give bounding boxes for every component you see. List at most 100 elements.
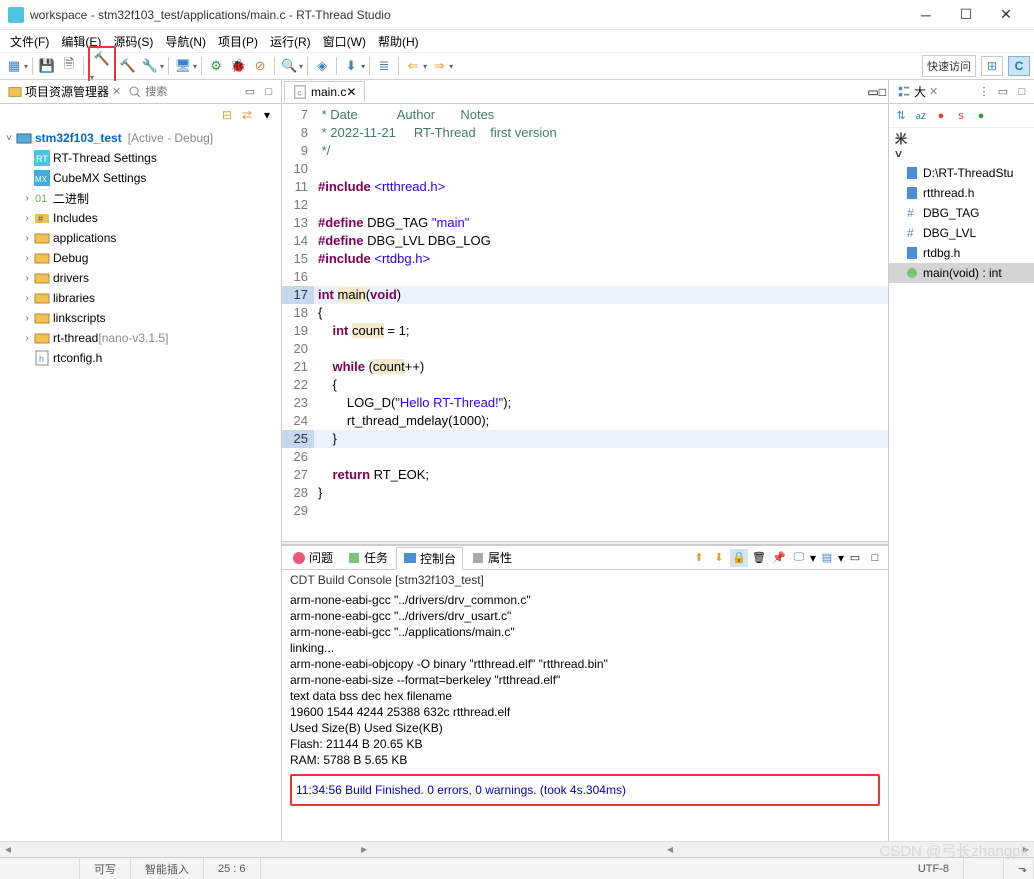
download-button[interactable]: ⬇	[341, 56, 361, 76]
project-explorer-tab[interactable]: 项目资源管理器 ✕	[4, 81, 125, 102]
line-number[interactable]: 19	[282, 322, 314, 340]
target-button[interactable]: 🖥	[173, 56, 193, 76]
quick-access[interactable]: 快速访问	[922, 55, 976, 77]
console-up-button[interactable]: ⬆	[690, 549, 708, 567]
problems-tab[interactable]: 问题	[286, 547, 339, 568]
outline-minimize-button[interactable]: ▭	[995, 84, 1011, 100]
menu-file[interactable]: 文件(F)	[4, 31, 55, 52]
save-all-button[interactable]: 🗎	[59, 56, 79, 76]
build-config-button[interactable]: 🔧	[140, 56, 160, 76]
layers-button[interactable]: ≣	[374, 56, 394, 76]
code-line[interactable]: * Date Author Notes	[314, 106, 888, 124]
search-button[interactable]: 🔍	[279, 56, 299, 76]
console-pin-button[interactable]: 📌	[770, 549, 788, 567]
console-open-button[interactable]: ▤	[818, 549, 836, 567]
line-number[interactable]: 28	[282, 484, 314, 502]
console-display-button[interactable]: 🖵	[790, 549, 808, 567]
line-number[interactable]: 18	[282, 304, 314, 322]
tree-item[interactable]: ›linkscripts	[0, 308, 281, 328]
close-icon[interactable]: ✕	[929, 85, 938, 98]
code-area[interactable]: * Date Author Notes * 2022-11-21 RT-Thre…	[314, 104, 888, 541]
tree-item[interactable]: hrtconfig.h	[0, 348, 281, 368]
maximize-view-button[interactable]: □	[261, 84, 277, 100]
outline-item[interactable]: #DBG_TAG	[889, 203, 1034, 223]
tree-item[interactable]: RTRT-Thread Settings	[0, 148, 281, 168]
line-number[interactable]: 9	[282, 142, 314, 160]
run-button[interactable]: ⚙	[206, 56, 226, 76]
code-line[interactable]	[314, 196, 888, 214]
project-tree[interactable]: ˅ stm32f103_test [Active - Debug] RTRT-T…	[0, 126, 281, 841]
pkg-button[interactable]: ◈	[312, 56, 332, 76]
menu-run[interactable]: 运行(R)	[264, 31, 317, 52]
open-perspective-button[interactable]: ⊞	[981, 56, 1003, 76]
search-input[interactable]	[145, 86, 205, 98]
outline-item[interactable]: rtdbg.h	[889, 243, 1034, 263]
outline-sort-button[interactable]: ⇅	[893, 108, 909, 124]
editor-maximize-button[interactable]: □	[879, 85, 886, 99]
bottom-scrollbar[interactable]: ◂▸ ◂▸	[0, 841, 1034, 857]
line-number[interactable]: 10	[282, 160, 314, 178]
console-output[interactable]: arm-none-eabi-gcc "../drivers/drv_common…	[282, 590, 888, 841]
line-gutter[interactable]: 7891011121314151617181920212223242526272…	[282, 104, 314, 541]
code-line[interactable]: */	[314, 142, 888, 160]
editor-tab-mainc[interactable]: c main.c ✕	[284, 81, 365, 102]
stop-button[interactable]: ⊘	[250, 56, 270, 76]
tree-item[interactable]: ›libraries	[0, 288, 281, 308]
tree-item[interactable]: ›#Includes	[0, 208, 281, 228]
code-line[interactable]: #include <rtthread.h>	[314, 178, 888, 196]
code-line[interactable]: return RT_EOK;	[314, 466, 888, 484]
code-line[interactable]	[314, 268, 888, 286]
line-number[interactable]: 16	[282, 268, 314, 286]
menu-project[interactable]: 项目(P)	[212, 31, 264, 52]
line-number[interactable]: 8	[282, 124, 314, 142]
code-line[interactable]: while (count++)	[314, 358, 888, 376]
line-number[interactable]: 29	[282, 502, 314, 520]
menu-window[interactable]: 窗口(W)	[317, 31, 372, 52]
code-line[interactable]	[314, 448, 888, 466]
outline-item[interactable]: main(void) : int	[889, 263, 1034, 283]
line-number[interactable]: 13	[282, 214, 314, 232]
code-line[interactable]: {	[314, 304, 888, 322]
build-button[interactable]: 🔨	[92, 49, 112, 69]
build-all-button[interactable]: 🔨	[118, 56, 138, 76]
view-menu-button[interactable]: ▾	[259, 107, 275, 123]
line-number[interactable]: 17	[282, 286, 314, 304]
code-line[interactable]	[314, 160, 888, 178]
code-line[interactable]: #include <rtdbg.h>	[314, 250, 888, 268]
forward-button[interactable]: ⇒	[429, 56, 449, 76]
console-minimize-button[interactable]: ▭	[846, 549, 864, 567]
menu-navigate[interactable]: 导航(N)	[159, 31, 212, 52]
line-number[interactable]: 25	[282, 430, 314, 448]
outline-hide-nonpublic-button[interactable]: ●	[973, 108, 989, 124]
console-maximize-button[interactable]: □	[866, 549, 884, 567]
code-line[interactable]: #define DBG_TAG "main"	[314, 214, 888, 232]
code-line[interactable]: rt_thread_mdelay(1000);	[314, 412, 888, 430]
code-editor[interactable]: 7891011121314151617181920212223242526272…	[282, 104, 888, 541]
outline-item[interactable]: #DBG_LVL	[889, 223, 1034, 243]
code-line[interactable]: LOG_D("Hello RT-Thread!");	[314, 394, 888, 412]
outline-tab[interactable]: 大 ✕	[893, 81, 942, 102]
console-lock-button[interactable]: 🔒	[730, 549, 748, 567]
close-icon[interactable]: ✕	[112, 85, 121, 98]
line-number[interactable]: 20	[282, 340, 314, 358]
maximize-button[interactable]: ☐	[946, 2, 986, 28]
menu-help[interactable]: 帮助(H)	[372, 31, 425, 52]
code-line[interactable]: #define DBG_LVL DBG_LOG	[314, 232, 888, 250]
c-perspective-button[interactable]: C	[1008, 56, 1030, 76]
line-number[interactable]: 27	[282, 466, 314, 484]
back-button[interactable]: ⇐	[403, 56, 423, 76]
tree-item[interactable]: ›rt-thread [nano-v3.1.5]	[0, 328, 281, 348]
outline-az-button[interactable]: az	[913, 108, 929, 124]
line-number[interactable]: 11	[282, 178, 314, 196]
tree-item[interactable]: MXCubeMX Settings	[0, 168, 281, 188]
line-number[interactable]: 21	[282, 358, 314, 376]
outline-hide-fields-button[interactable]: ●	[933, 108, 949, 124]
close-button[interactable]: ✕	[986, 2, 1026, 28]
outline-hide-static-button[interactable]: s	[953, 108, 969, 124]
line-number[interactable]: 14	[282, 232, 314, 250]
debug-button[interactable]: 🐞	[228, 56, 248, 76]
link-editor-button[interactable]: ⇄	[239, 107, 255, 123]
tasks-tab[interactable]: 任务	[341, 547, 394, 568]
line-number[interactable]: 7	[282, 106, 314, 124]
code-line[interactable]: * 2022-11-21 RT-Thread first version	[314, 124, 888, 142]
